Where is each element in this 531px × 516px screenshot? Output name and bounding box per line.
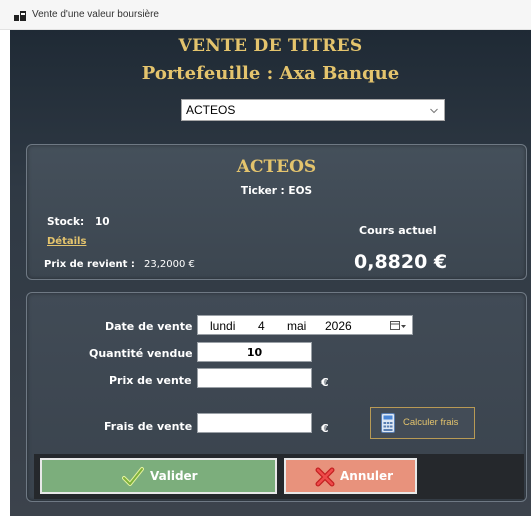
checkmark-icon <box>122 467 144 486</box>
sale-form-panel: Date de vente lundi 4 mai 2026 Quantité … <box>26 292 527 502</box>
cost-price-label: Prix de revient : <box>44 259 135 270</box>
quantity-value: 10 <box>246 346 263 359</box>
quantity-input[interactable]: 10 <box>197 342 312 362</box>
calendar-dropdown-icon[interactable] <box>390 321 406 331</box>
sale-date-picker[interactable]: lundi 4 mai 2026 <box>197 315 413 335</box>
sale-price-label: Prix de vente <box>109 374 192 387</box>
sale-window: VENTE DE TITRES Portefeuille : Axa Banqu… <box>10 30 531 516</box>
window-title: Vente d'une valeur boursière <box>32 9 159 20</box>
date-weekday: lundi <box>210 319 236 333</box>
sale-date-label: Date de vente <box>105 320 193 333</box>
date-year: 2026 <box>325 319 352 333</box>
security-name: ACTEOS <box>236 157 317 177</box>
page-title: VENTE DE TITRES <box>178 36 363 56</box>
calculate-fees-label: Calculer frais <box>403 417 459 428</box>
cancel-label: Annuler <box>340 469 394 483</box>
quantity-label: Quantité vendue <box>89 347 193 360</box>
close-icon <box>315 467 335 487</box>
sale-price-input[interactable] <box>197 368 312 388</box>
security-info-panel: ACTEOS Ticker : EOS Stock: 10 Détails Pr… <box>26 144 527 280</box>
window-titlebar: Vente d'une valeur boursière <box>0 0 531 30</box>
calculate-fees-button[interactable]: Calculer frais <box>370 407 475 439</box>
sale-fees-input[interactable] <box>197 413 312 433</box>
validate-label: Valider <box>150 469 198 483</box>
cancel-button[interactable]: Annuler <box>284 458 417 494</box>
date-month: mai <box>287 319 307 333</box>
current-price-value: 0,8820 € <box>354 251 448 273</box>
security-dropdown-value: ACTEOS <box>186 103 236 117</box>
current-price-label: Cours actuel <box>359 224 437 237</box>
sale-price-unit: € <box>321 376 329 389</box>
ticker-label: Ticker : EOS <box>240 185 313 197</box>
stock-value: 10 <box>95 216 110 228</box>
sale-fees-label: Frais de vente <box>104 420 193 433</box>
details-link[interactable]: Détails <box>47 236 86 247</box>
app-icon <box>14 11 26 21</box>
calculator-icon <box>381 413 395 433</box>
chevron-down-icon <box>430 108 438 114</box>
action-bar: Valider Annuler <box>34 454 524 499</box>
validate-button[interactable]: Valider <box>40 458 277 494</box>
date-day: 4 <box>258 319 265 333</box>
cost-price-value: 23,2000 € <box>144 259 195 270</box>
security-dropdown[interactable]: ACTEOS <box>181 99 445 121</box>
sale-fees-unit: € <box>321 422 329 435</box>
stock-label: Stock: <box>47 216 85 228</box>
portfolio-title: Portefeuille : Axa Banque <box>141 63 400 84</box>
